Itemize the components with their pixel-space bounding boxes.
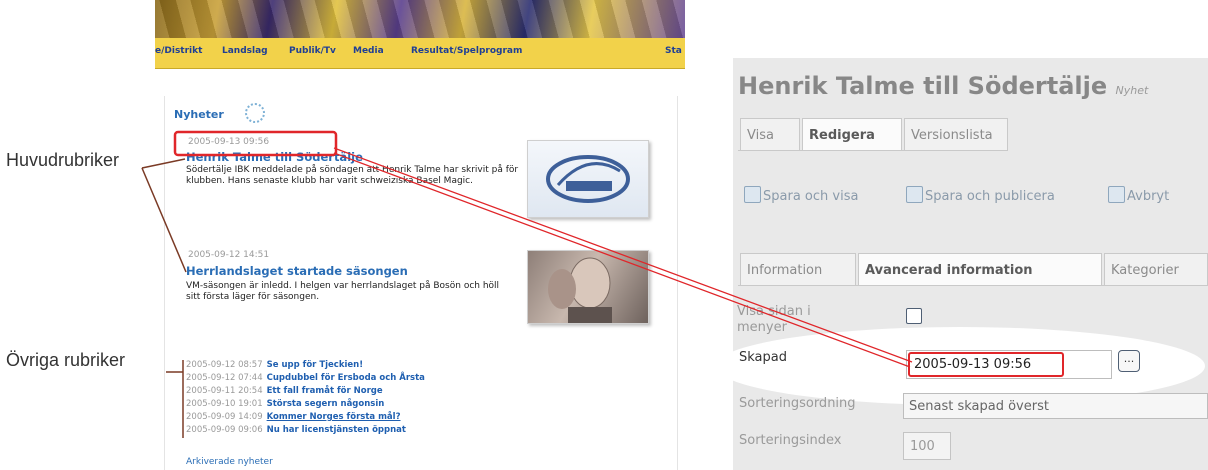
- callout-line-main-2: [141, 167, 187, 273]
- connector-line-a: [333, 147, 913, 363]
- timestamp-highlight-box: [173, 130, 338, 157]
- annotation-overlay: [141, 130, 913, 438]
- connector-line-b: [333, 152, 911, 368]
- callout-line-main-1: [141, 158, 186, 169]
